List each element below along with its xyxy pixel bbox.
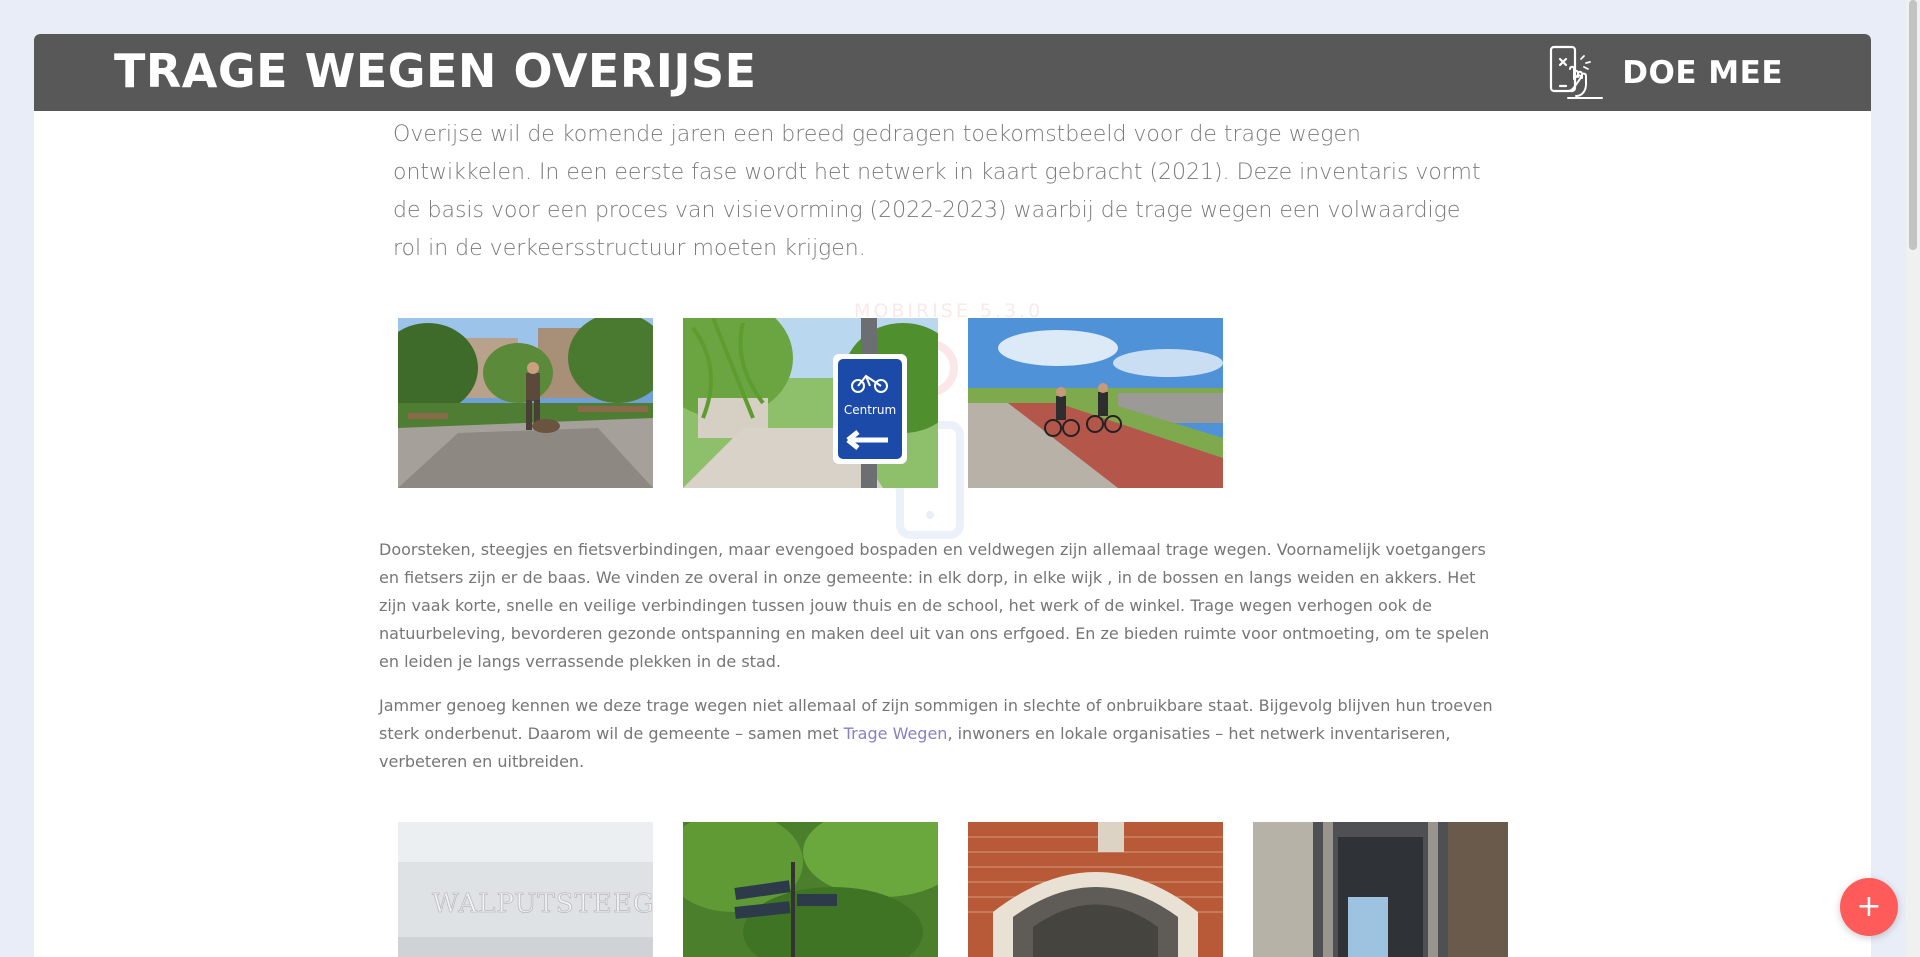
floating-add-button[interactable]: + <box>1840 878 1898 936</box>
sign-text-centrum: Centrum <box>844 403 896 417</box>
photo-man-with-dog-on-path[interactable] <box>398 318 653 488</box>
photo-stone-passage[interactable] <box>1253 822 1508 957</box>
paragraph-trage-wegen-intro: Doorsteken, steegjes en fietsverbindinge… <box>379 540 1490 671</box>
photo-cyclist-sign-centrum[interactable]: Centrum <box>683 318 938 488</box>
header-bar: TRAGE WEGEN OVERIJSE DOE MEE <box>34 34 1871 111</box>
site-title: TRAGE WEGEN OVERIJSE <box>114 44 757 98</box>
sign-text-walputsteeg: WALPUTSTEEG <box>432 889 653 919</box>
touch-screen-phone-icon <box>1550 45 1604 99</box>
paragraph-trage-wegen-network: Jammer genoeg kennen we deze trage wegen… <box>379 692 1499 776</box>
doe-mee-label: DOE MEE <box>1622 55 1783 91</box>
doe-mee-button[interactable]: DOE MEE <box>1548 45 1783 101</box>
intro-text: Overijse wil de komende jaren een breed … <box>393 122 1481 261</box>
page-scrollbar[interactable] <box>1906 0 1920 957</box>
photo-brick-archway[interactable] <box>968 822 1223 957</box>
scrollbar-thumb[interactable] <box>1909 0 1917 250</box>
trage-wegen-link[interactable]: Trage Wegen <box>844 724 948 743</box>
photo-cyclists-on-red-bike-path[interactable] <box>968 318 1223 488</box>
photo-ivy-wall-street-signs[interactable] <box>683 822 938 957</box>
photo-walputsteeg-sign[interactable]: WALPUTSTEEG <box>398 822 653 957</box>
